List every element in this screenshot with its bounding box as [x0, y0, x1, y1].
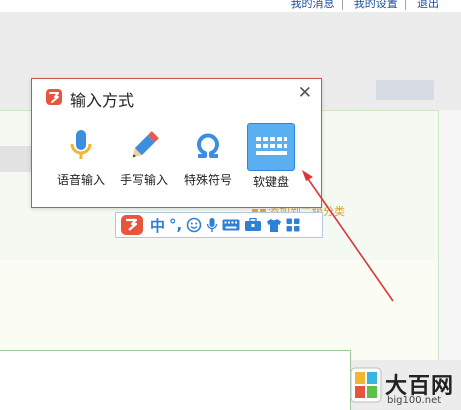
annotation-arrow — [302, 170, 394, 302]
watermark: 大百网 big100.net — [345, 362, 461, 409]
watermark-url: big100.net — [387, 395, 442, 406]
watermark-logo-icon — [350, 367, 382, 403]
